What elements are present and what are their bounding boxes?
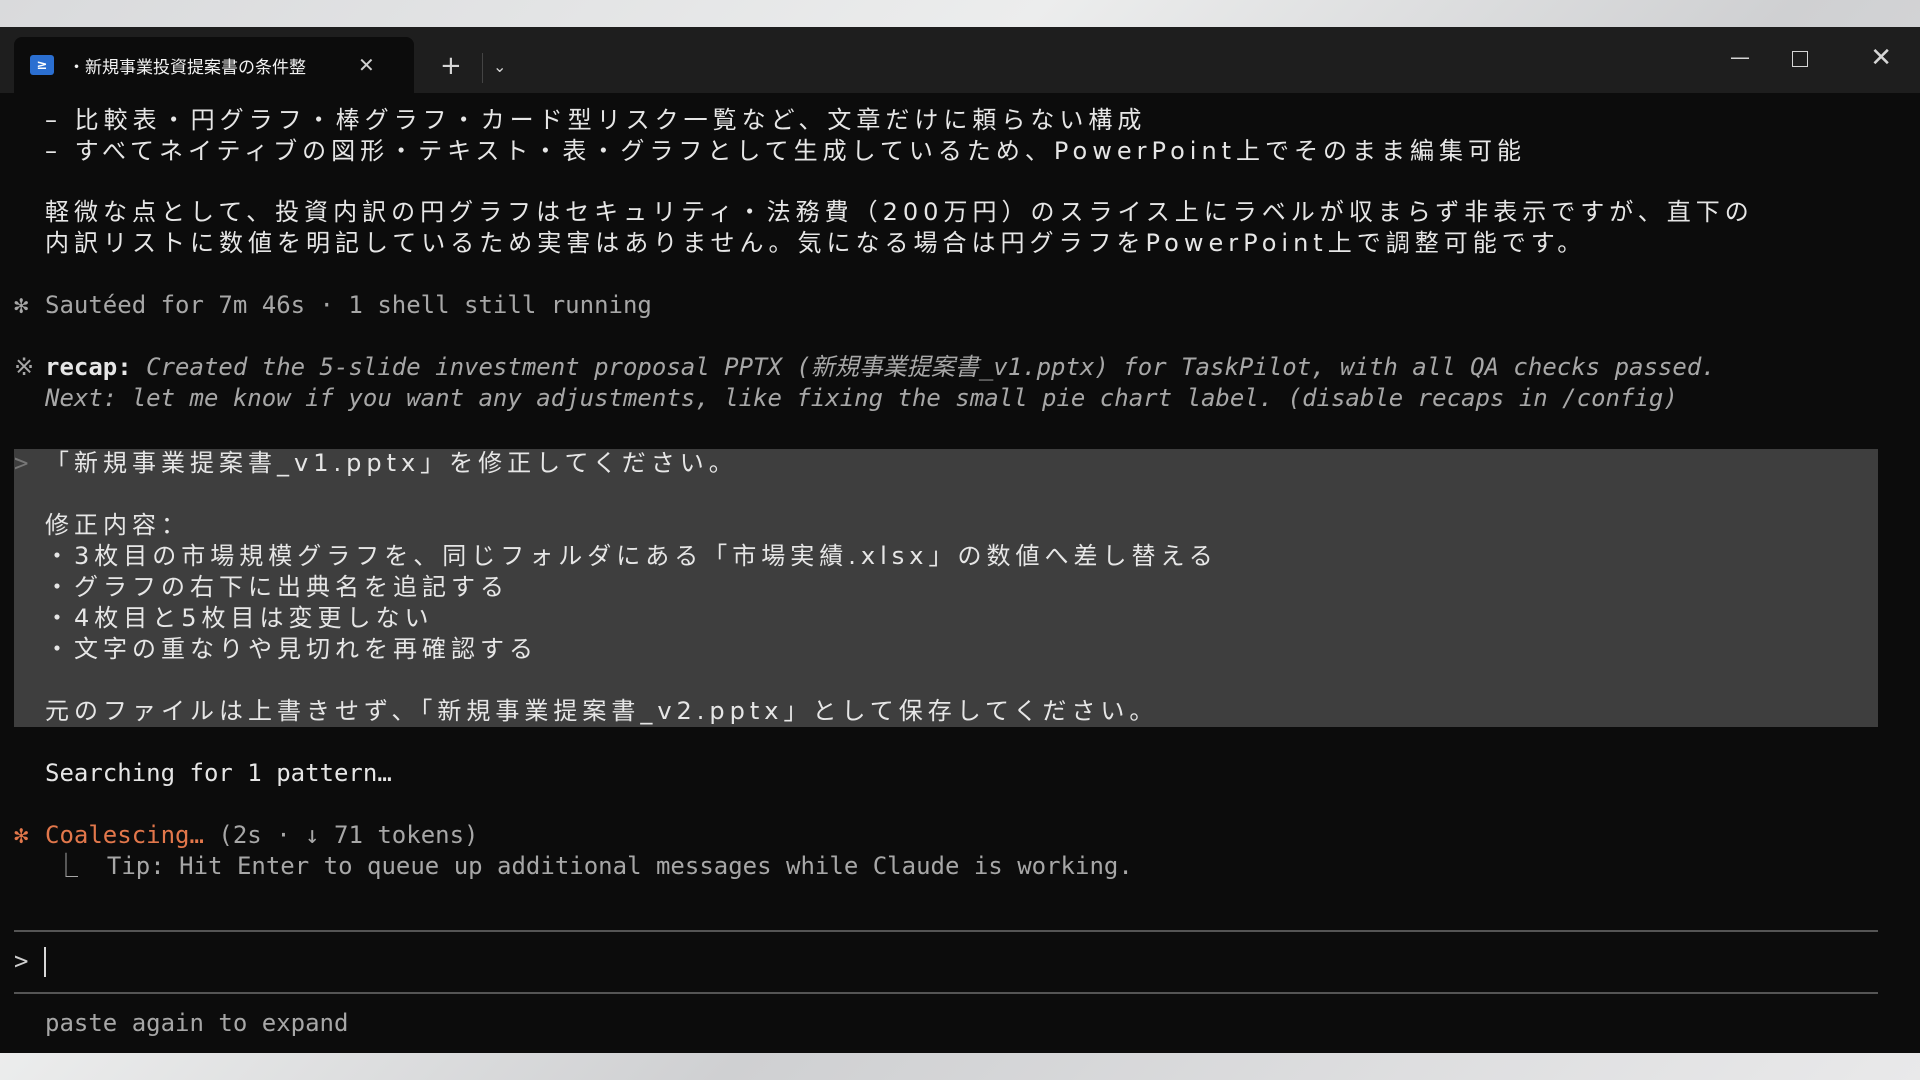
spinner-icon: ✻ <box>14 821 29 849</box>
tip-text: Tip: Hit Enter to queue up additional me… <box>106 852 1133 880</box>
title-bar: ≥ ・新規事業投資提案書の条件整 ✕ + ⌄ — ✕ <box>0 27 1920 93</box>
tab-close-icon[interactable]: ✕ <box>358 53 375 77</box>
user-message-line: ・4枚目と5枚目は変更しない <box>45 604 434 632</box>
user-message-line: 修正内容： <box>45 511 190 539</box>
minimize-icon[interactable]: — <box>1730 45 1750 69</box>
output-line: 軽微な点として、投資内訳の円グラフはセキュリティ・法務費（200万円）のスライス… <box>45 198 1754 226</box>
tab-title: ・新規事業投資提案書の条件整 <box>68 57 306 78</box>
text-cursor <box>44 947 46 977</box>
new-tab-plus-icon[interactable]: + <box>440 51 462 81</box>
user-message-line: ・3枚目の市場規模グラフを、同じフォルダにある「市場実績.xlsx」の数値へ差し… <box>45 542 1218 570</box>
footer-hint: paste again to expand <box>45 1009 349 1037</box>
status-line: Sautéed for 7m 46s · 1 shell still runni… <box>45 291 652 319</box>
user-prompt-marker: > <box>14 449 29 477</box>
terminal-icon: ≥ <box>30 55 54 75</box>
user-message-line: 「新規事業提案書_v1.pptx」を修正してください。 <box>45 449 738 477</box>
tab-dropdown-chevron-icon[interactable]: ⌄ <box>493 57 506 76</box>
output-line: – すべてネイティブの図形・テキスト・表・グラフとして生成しているため、Powe… <box>45 137 1527 165</box>
recap-text: Created the 5-slide investment proposal … <box>131 353 1716 381</box>
user-message-line: ・文字の重なりや見切れを再確認する <box>45 635 538 663</box>
terminal-window: ≥ ・新規事業投資提案書の条件整 ✕ + ⌄ — ✕ – 比較表・円グラフ・棒グ… <box>0 27 1920 1053</box>
input-bottom-divider <box>14 992 1878 994</box>
output-line: – 比較表・円グラフ・棒グラフ・カード型リスク一覧など、文章だけに頼らない構成 <box>45 106 1147 134</box>
input-prompt-icon: > <box>14 947 29 975</box>
working-meta: (2s · ↓ 71 tokens) <box>203 821 479 849</box>
working-status: Coalescing… (2s · ↓ 71 tokens) <box>45 820 479 851</box>
titlebar-divider <box>482 53 483 83</box>
maximize-icon[interactable] <box>1792 51 1808 67</box>
user-message-line: ・グラフの右下に出典名を追記する <box>45 573 509 601</box>
recap-label: recap: <box>45 353 132 381</box>
tab-terminal[interactable]: ≥ ・新規事業投資提案書の条件整 ✕ <box>14 37 414 93</box>
user-message-line: 元のファイルは上書きせず、「新規事業提案書_v2.pptx」として保存してくださ… <box>45 697 1159 725</box>
status-asterisk-icon: ✻ <box>14 291 29 319</box>
recap-mark-icon: ※ <box>14 353 35 381</box>
window-close-icon[interactable]: ✕ <box>1870 43 1892 73</box>
working-label: Coalescing… <box>45 821 204 849</box>
recap-line: recap: Created the 5-slide investment pr… <box>45 352 1716 383</box>
output-line: 内訳リストに数値を明記しているため実害はありません。気になる場合は円グラフをPo… <box>45 229 1587 257</box>
input-top-divider <box>14 930 1878 932</box>
tip-line: ⎿ Tip: Hit Enter to queue up additional … <box>54 851 1133 882</box>
tip-branch-icon: ⎿ <box>54 852 78 880</box>
recap-next-line: Next: let me know if you want any adjust… <box>45 384 1678 412</box>
searching-status: Searching for 1 pattern… <box>45 759 392 787</box>
